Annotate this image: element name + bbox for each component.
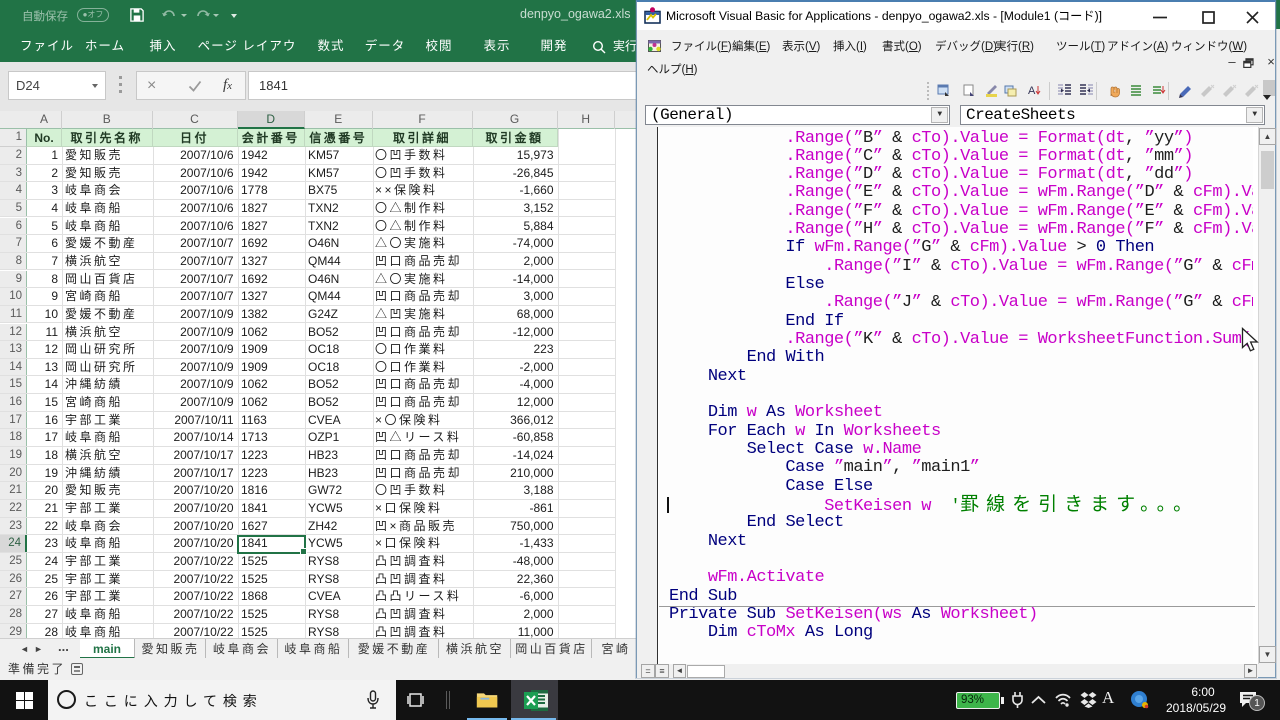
svg-text:A: A	[1028, 85, 1036, 97]
